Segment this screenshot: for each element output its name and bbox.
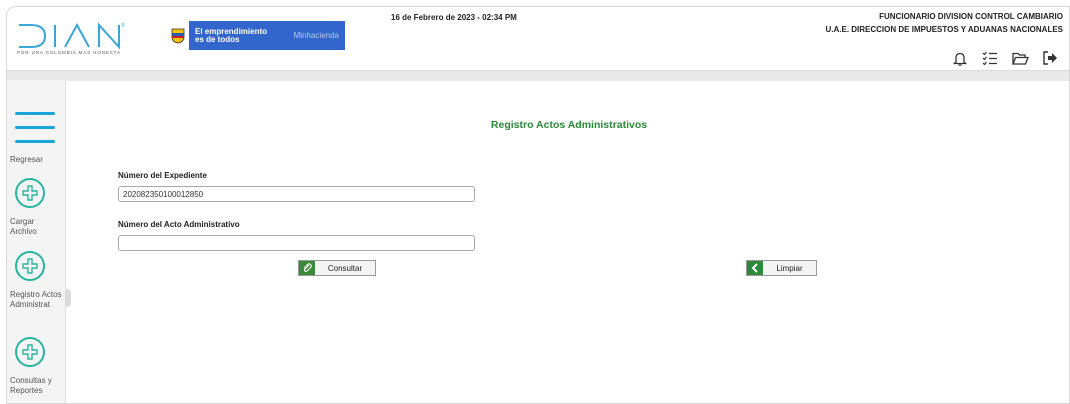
svg-text:®: ® <box>121 22 125 29</box>
gov-banner-slogan: El emprendimiento es de todos <box>189 21 290 50</box>
gov-banner-line2: es de todos <box>195 34 240 44</box>
sidebar-item-cargar-archivo[interactable]: Cargar Archivo <box>10 217 62 237</box>
gov-banner-ministry: Minhacienda <box>289 21 345 50</box>
app-window: ® POR UNA COLOMBIA MÁS HONESTA El empren… <box>6 6 1070 404</box>
header: ® POR UNA COLOMBIA MÁS HONESTA El empren… <box>7 7 1069 70</box>
acto-label: Número del Acto Administrativo <box>118 220 240 229</box>
dian-logo: ® POR UNA COLOMBIA MÁS HONESTA <box>17 19 137 61</box>
checklist-icon[interactable] <box>981 49 999 67</box>
sidebar: Regresar Cargar Archivo Registro Actos A… <box>7 80 66 403</box>
plus-circle-icon[interactable] <box>15 251 45 281</box>
user-role: FUNCIONARIO DIVISION CONTROL CAMBIARIO <box>879 12 1063 21</box>
expediente-input[interactable] <box>118 186 475 202</box>
chevron-left-icon <box>747 261 763 275</box>
logo-tagline: POR UNA COLOMBIA MÁS HONESTA <box>17 50 121 55</box>
bell-icon[interactable] <box>951 49 969 67</box>
main-content: Registro Actos Administrativos Número de… <box>67 80 1067 400</box>
gov-banner: El emprendimiento es de todos Minhaciend… <box>167 21 345 50</box>
sidebar-item-consultas-reportes[interactable]: Consultas y Reportes <box>10 376 62 396</box>
consultar-label: Consultar <box>327 263 363 273</box>
paperclip-icon <box>299 261 315 275</box>
plus-circle-icon[interactable] <box>15 337 45 367</box>
page-title: Registro Actos Administrativos <box>490 119 648 131</box>
limpiar-button[interactable]: Limpiar <box>746 260 817 276</box>
menu-hamburger-icon[interactable] <box>15 112 55 154</box>
dian-logo-mark: ® <box>19 22 125 49</box>
expediente-label: Número del Expediente <box>118 171 207 180</box>
colombia-shield-icon <box>167 21 189 50</box>
sidebar-item-registro-actos[interactable]: Registro Actos Administrat <box>10 290 62 310</box>
folder-open-icon[interactable] <box>1011 49 1029 67</box>
consultar-button[interactable]: Consultar <box>298 260 376 276</box>
limpiar-label: Limpiar <box>776 263 803 273</box>
datetime-label: 16 de Febrero de 2023 - 02:34 PM <box>391 13 517 22</box>
header-actions <box>951 49 1059 67</box>
logout-icon[interactable] <box>1041 49 1059 67</box>
user-entity: U.A.E. DIRECCION DE IMPUESTOS Y ADUANAS … <box>825 25 1063 34</box>
plus-circle-icon[interactable] <box>15 178 45 208</box>
acto-input[interactable] <box>118 235 475 251</box>
sidebar-item-back[interactable]: Regresar <box>10 155 62 165</box>
